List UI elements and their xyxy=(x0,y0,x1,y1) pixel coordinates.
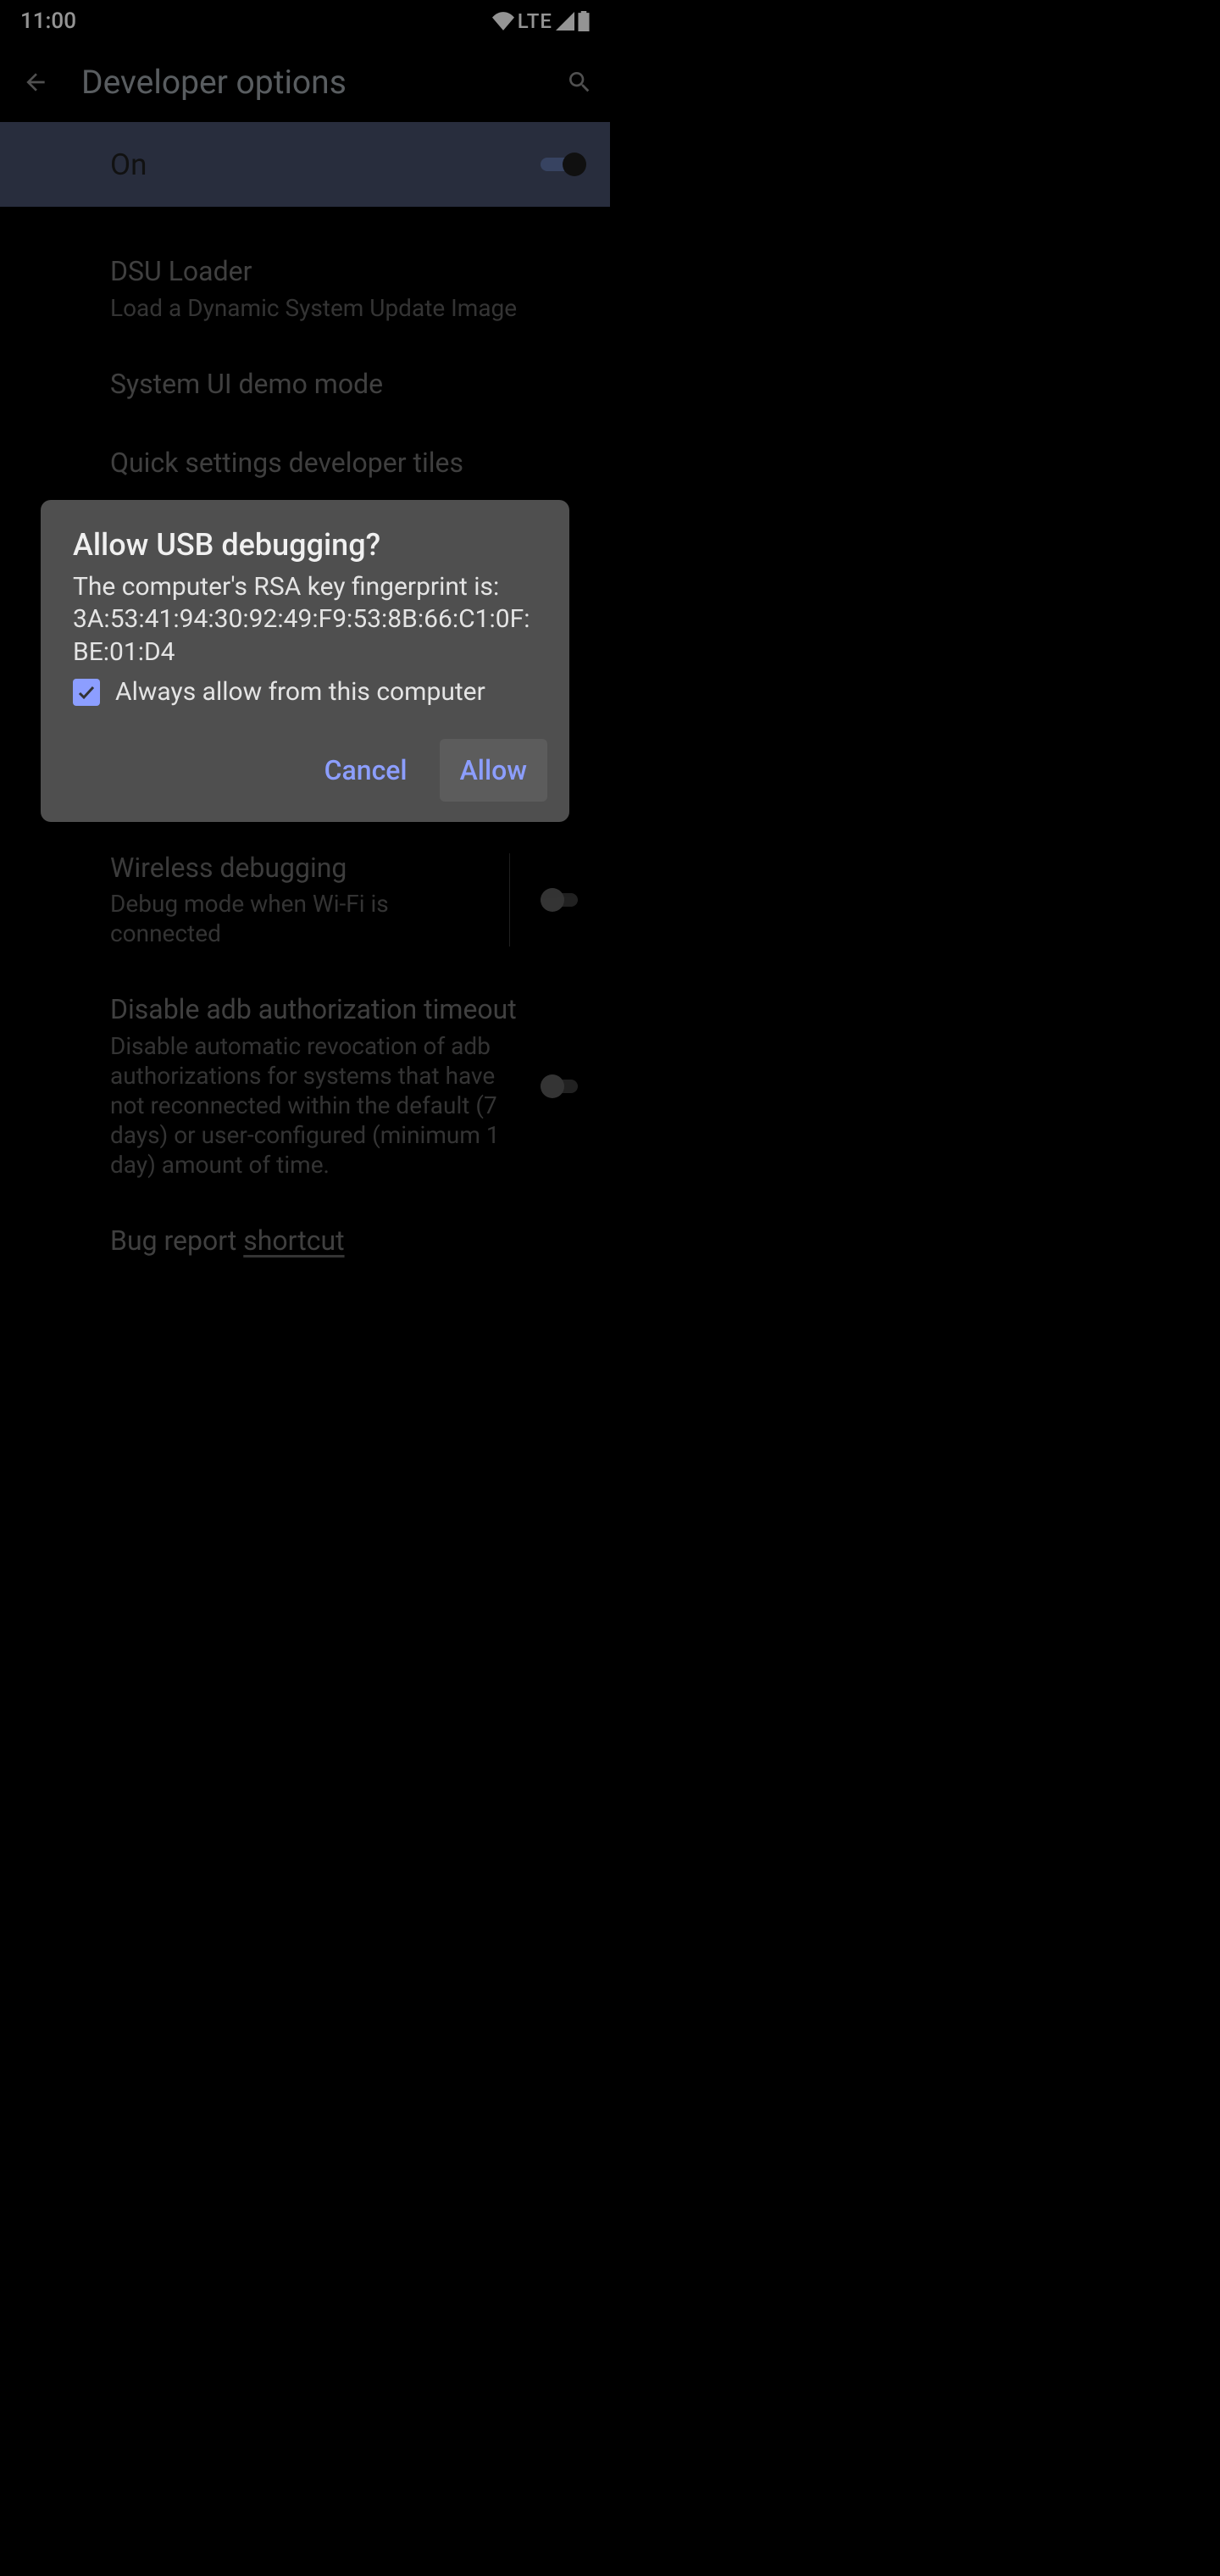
network-label: LTE xyxy=(518,9,552,33)
setting-title: Quick settings developer tiles xyxy=(110,446,586,481)
setting-item-adb-auth-timeout[interactable]: Disable adb authorization timeout Disabl… xyxy=(0,970,610,1202)
usb-debugging-dialog: Allow USB debugging? The computer's RSA … xyxy=(41,500,569,822)
setting-title: System UI demo mode xyxy=(110,367,586,402)
setting-title: Bug report shortcut xyxy=(110,1224,586,1259)
master-switch-toggle[interactable] xyxy=(541,153,586,176)
allow-button[interactable]: Allow xyxy=(440,739,547,802)
adb-auth-toggle[interactable] xyxy=(541,1074,586,1098)
checkbox-label: Always allow from this computer xyxy=(115,677,485,707)
setting-subtitle: Disable automatic revocation of adb auth… xyxy=(110,1031,524,1180)
cancel-button[interactable]: Cancel xyxy=(304,739,428,802)
dialog-message: The computer's RSA key fingerprint is: 3… xyxy=(41,571,569,669)
arrow-back-icon xyxy=(22,69,49,96)
setting-item-dsu-loader[interactable]: DSU Loader Load a Dynamic System Update … xyxy=(0,232,610,345)
setting-item-wireless-debugging[interactable]: Wireless debugging Debug mode when Wi-Fi… xyxy=(0,829,610,971)
back-button[interactable] xyxy=(17,64,54,101)
status-time: 11:00 xyxy=(20,8,76,34)
wifi-icon xyxy=(492,12,514,31)
wireless-debugging-toggle[interactable] xyxy=(541,888,586,912)
battery-icon xyxy=(578,11,590,31)
signal-icon xyxy=(556,12,574,31)
dialog-title: Allow USB debugging? xyxy=(41,527,569,571)
search-button[interactable] xyxy=(561,64,598,101)
status-bar: 11:00 LTE xyxy=(0,0,610,42)
always-allow-checkbox[interactable] xyxy=(73,679,100,706)
setting-subtitle: Debug mode when Wi-Fi is connected xyxy=(110,889,492,948)
setting-subtitle: Load a Dynamic System Update Image xyxy=(110,293,586,323)
master-switch-row[interactable]: On xyxy=(0,122,610,207)
check-icon xyxy=(76,682,97,702)
status-icons: LTE xyxy=(492,9,590,33)
setting-item-quick-tiles[interactable]: Quick settings developer tiles xyxy=(0,424,610,490)
setting-title: Wireless debugging xyxy=(110,851,492,886)
setting-item-bug-report[interactable]: Bug report shortcut xyxy=(0,1202,610,1259)
setting-item-system-ui-demo[interactable]: System UI demo mode xyxy=(0,345,610,425)
app-bar: Developer options xyxy=(0,42,610,122)
page-title: Developer options xyxy=(81,63,561,102)
setting-title: DSU Loader xyxy=(110,254,586,290)
divider xyxy=(509,853,510,947)
master-switch-label: On xyxy=(110,147,541,182)
setting-title: Disable adb authorization timeout xyxy=(110,992,524,1028)
search-icon xyxy=(566,69,593,96)
dialog-actions: Cancel Allow xyxy=(41,729,569,802)
dialog-checkbox-row[interactable]: Always allow from this computer xyxy=(41,669,569,729)
